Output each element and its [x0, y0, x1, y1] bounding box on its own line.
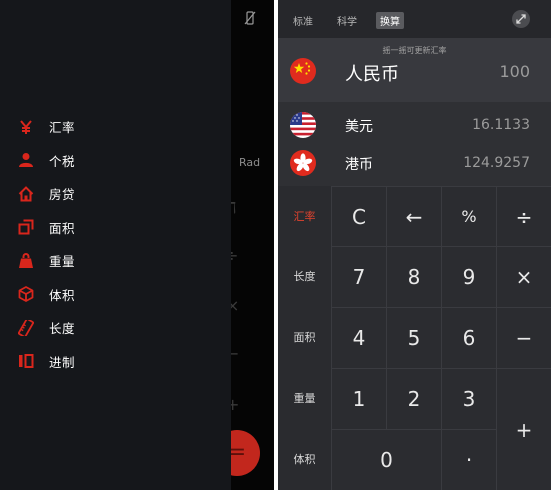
menu-item-label: 面积	[49, 220, 76, 236]
currency-name: 港币	[345, 157, 373, 173]
yen-icon	[17, 118, 35, 136]
unit-length[interactable]: 长度	[278, 246, 331, 306]
digit-8-button[interactable]: 8	[386, 246, 441, 307]
side-drawer: 汇率 个税 房贷 面积 重量 体积 长度 进制	[0, 0, 231, 490]
left-screen: Rad ℸ ÷ × − + = 汇率 个税 房贷 面积 重量 体积 长度 进制	[0, 0, 274, 490]
menu-item-label: 房贷	[49, 187, 76, 203]
decimal-point-button[interactable]: ·	[441, 429, 496, 490]
menu-item-weight[interactable]: 重量	[0, 244, 231, 278]
unit-area[interactable]: 面积	[278, 307, 331, 367]
menu-item-label: 长度	[49, 321, 76, 337]
tab-scientific[interactable]: 科学	[333, 12, 361, 29]
menu-item-label: 重量	[49, 254, 76, 270]
plus-button[interactable]: +	[496, 368, 551, 490]
mode-tabs-bar: 标准 科学 换算	[278, 0, 551, 38]
collapse-icon	[516, 14, 526, 24]
unit-weight[interactable]: 重量	[278, 368, 331, 428]
menu-item-exchange-rate[interactable]: 汇率	[0, 110, 231, 144]
cube-icon	[17, 285, 35, 303]
divide-button[interactable]: ÷	[496, 186, 551, 246]
right-screen: 标准 科学 换算 摇一摇可更新汇率 人民币 100 美元 16.1133 港币 …	[278, 0, 551, 490]
drawer-menu: 汇率 个税 房贷 面积 重量 体积 长度 进制	[0, 110, 231, 378]
currency-value[interactable]: 100	[499, 62, 530, 81]
currency-row-primary[interactable]: 摇一摇可更新汇率 人民币 100	[278, 38, 551, 102]
unit-volume[interactable]: 体积	[278, 429, 331, 489]
digit-4-button[interactable]: 4	[331, 307, 386, 368]
clear-button[interactable]: C	[331, 186, 386, 246]
currency-name: 人民币	[345, 64, 399, 85]
hong-kong-flag-icon	[290, 150, 316, 176]
menu-item-income-tax[interactable]: 个税	[0, 144, 231, 178]
shake-update-hint: 摇一摇可更新汇率	[382, 46, 447, 55]
multiply-button[interactable]: ×	[496, 246, 551, 307]
currency-name: 美元	[345, 119, 373, 135]
currency-value[interactable]: 16.1133	[472, 117, 530, 133]
area-icon	[17, 218, 35, 236]
menu-item-area[interactable]: 面积	[0, 211, 231, 245]
weight-icon	[17, 252, 35, 270]
house-icon	[17, 185, 35, 203]
digit-1-button[interactable]: 1	[331, 368, 386, 429]
rad-label[interactable]: Rad	[239, 156, 260, 169]
digit-2-button[interactable]: 2	[386, 368, 441, 429]
ruler-icon	[17, 319, 35, 337]
usa-flag-icon	[290, 112, 316, 138]
digit-0-button[interactable]: 0	[331, 429, 441, 490]
currency-value[interactable]: 124.9257	[463, 155, 530, 171]
digit-9-button[interactable]: 9	[441, 246, 496, 307]
percent-button[interactable]: %	[441, 186, 496, 246]
menu-item-label: 进制	[49, 354, 76, 370]
menu-item-mortgage[interactable]: 房贷	[0, 177, 231, 211]
minus-button[interactable]: −	[496, 307, 551, 368]
menu-item-label: 体积	[49, 287, 76, 303]
menu-item-number-base[interactable]: 进制	[0, 345, 231, 379]
number-base-icon	[17, 352, 35, 370]
calculator-behind-drawer: Rad ℸ ÷ × − +	[225, 0, 274, 490]
digit-3-button[interactable]: 3	[441, 368, 496, 429]
menu-item-label: 个税	[49, 153, 76, 169]
tab-standard[interactable]: 标准	[289, 12, 317, 29]
menu-item-volume[interactable]: 体积	[0, 278, 231, 312]
currency-row-hkd[interactable]: 港币 124.9257	[278, 138, 551, 186]
unit-exchange-rate[interactable]: 汇率	[278, 186, 331, 246]
backspace-button[interactable]: ←	[386, 186, 441, 246]
keypad: 汇率 长度 面积 重量 体积 C ← % ÷ 7 8 9 × 4 5 6 − 1…	[278, 186, 551, 490]
screen-rotate-icon[interactable]	[244, 11, 256, 25]
tab-conversion[interactable]: 换算	[376, 12, 404, 29]
unit-selector: 汇率 长度 面积 重量 体积	[278, 186, 331, 490]
digit-6-button[interactable]: 6	[441, 307, 496, 368]
collapse-button[interactable]	[512, 10, 530, 28]
person-icon	[17, 151, 35, 169]
menu-item-length[interactable]: 长度	[0, 311, 231, 345]
menu-item-label: 汇率	[49, 120, 76, 136]
digit-7-button[interactable]: 7	[331, 246, 386, 307]
digit-5-button[interactable]: 5	[386, 307, 441, 368]
china-flag-icon	[290, 58, 316, 84]
